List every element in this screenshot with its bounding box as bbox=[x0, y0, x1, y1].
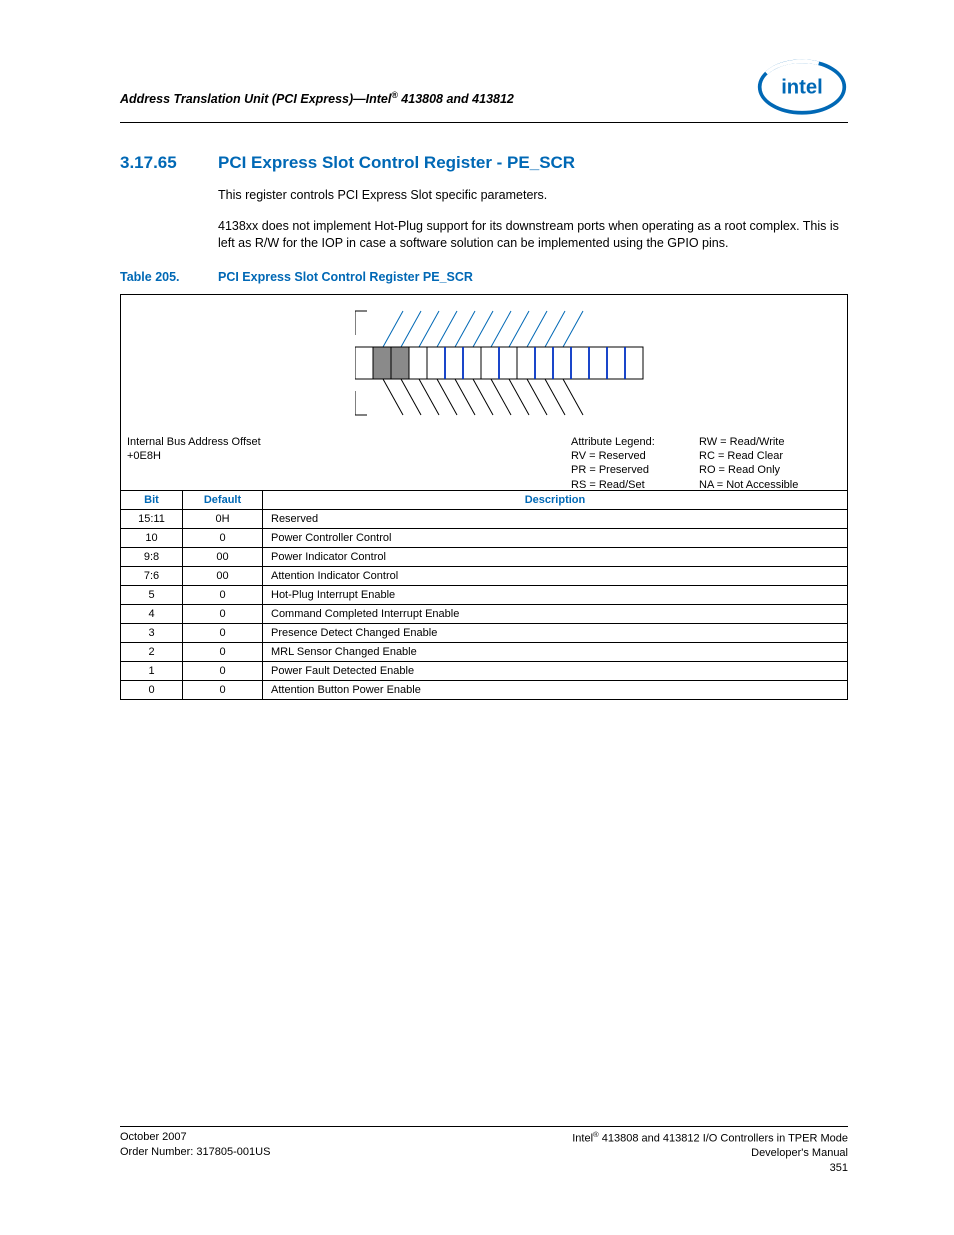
register-table: Bit Default Description 15:110HReserved … bbox=[120, 490, 848, 700]
cell-default: 0 bbox=[183, 528, 263, 547]
cell-default: 0 bbox=[183, 585, 263, 604]
legend-title: Attribute Legend: bbox=[571, 435, 655, 449]
cell-bit: 7:6 bbox=[121, 566, 183, 585]
footer-right: Intel® 413808 and 413812 I/O Controllers… bbox=[572, 1130, 848, 1175]
cell-desc: Attention Indicator Control bbox=[263, 566, 848, 585]
cell-desc: Power Fault Detected Enable bbox=[263, 661, 848, 680]
table-header-row: Bit Default Description bbox=[121, 490, 848, 509]
attribute-legend-left: Attribute Legend: RV = Reserved PR = Pre… bbox=[571, 435, 655, 492]
footer-left: October 2007 Order Number: 317805-001US bbox=[120, 1130, 270, 1175]
page-header: Address Translation Unit (PCI Express)—I… bbox=[120, 56, 848, 118]
legend-rv: RV = Reserved bbox=[571, 449, 655, 463]
section-number: 3.17.65 bbox=[120, 153, 218, 173]
header-rule bbox=[120, 122, 848, 123]
legend-ro: RO = Read Only bbox=[699, 463, 798, 477]
legend-rw: RW = Read/Write bbox=[699, 435, 798, 449]
running-title: Address Translation Unit (PCI Express)—I… bbox=[120, 90, 514, 106]
svg-text:intel: intel bbox=[781, 76, 823, 98]
footer-page: 351 bbox=[572, 1161, 848, 1175]
cell-desc: Hot-Plug Interrupt Enable bbox=[263, 585, 848, 604]
section-heading: 3.17.65 PCI Express Slot Control Registe… bbox=[120, 153, 848, 173]
table-row: 30Presence Detect Changed Enable bbox=[121, 623, 848, 642]
table-row: 100Power Controller Control bbox=[121, 528, 848, 547]
table-row: 40Command Completed Interrupt Enable bbox=[121, 604, 848, 623]
cell-bit: 2 bbox=[121, 642, 183, 661]
address-offset: Internal Bus Address Offset +0E8H bbox=[127, 435, 261, 464]
table-row: 50Hot-Plug Interrupt Enable bbox=[121, 585, 848, 604]
bit-field-diagram bbox=[355, 307, 665, 427]
running-title-text: Address Translation Unit (PCI Express)—I… bbox=[120, 92, 514, 106]
footer-product: Intel® 413808 and 413812 I/O Controllers… bbox=[572, 1130, 848, 1146]
table-row: 20MRL Sensor Changed Enable bbox=[121, 642, 848, 661]
cell-bit: 0 bbox=[121, 680, 183, 699]
page-footer: October 2007 Order Number: 317805-001US … bbox=[120, 1126, 848, 1175]
legend-pr: PR = Preserved bbox=[571, 463, 655, 477]
table-row: 9:800Power Indicator Control bbox=[121, 547, 848, 566]
table-row: 10Power Fault Detected Enable bbox=[121, 661, 848, 680]
attribute-legend-right: RW = Read/Write RC = Read Clear RO = Rea… bbox=[699, 435, 798, 492]
cell-bit: 10 bbox=[121, 528, 183, 547]
cell-bit: 9:8 bbox=[121, 547, 183, 566]
offset-value: +0E8H bbox=[127, 449, 261, 463]
register-diagram-box: Internal Bus Address Offset +0E8H Attrib… bbox=[120, 294, 848, 490]
section-paragraph-2: 4138xx does not implement Hot-Plug suppo… bbox=[218, 218, 848, 252]
col-description: Description bbox=[263, 490, 848, 509]
cell-desc: Command Completed Interrupt Enable bbox=[263, 604, 848, 623]
cell-default: 0 bbox=[183, 661, 263, 680]
cell-bit: 15:11 bbox=[121, 509, 183, 528]
legend-na: NA = Not Accessible bbox=[699, 478, 798, 492]
legend-rc: RC = Read Clear bbox=[699, 449, 798, 463]
table-caption-number: Table 205. bbox=[120, 270, 218, 284]
cell-default: 00 bbox=[183, 566, 263, 585]
footer-rule bbox=[120, 1126, 848, 1127]
cell-bit: 4 bbox=[121, 604, 183, 623]
cell-default: 0 bbox=[183, 604, 263, 623]
cell-default: 0 bbox=[183, 623, 263, 642]
cell-default: 0H bbox=[183, 509, 263, 528]
offset-label: Internal Bus Address Offset bbox=[127, 435, 261, 449]
cell-desc: Power Controller Control bbox=[263, 528, 848, 547]
cell-desc: Attention Button Power Enable bbox=[263, 680, 848, 699]
cell-desc: Power Indicator Control bbox=[263, 547, 848, 566]
table-row: 7:600Attention Indicator Control bbox=[121, 566, 848, 585]
footer-order: Order Number: 317805-001US bbox=[120, 1145, 270, 1159]
section-paragraph-1: This register controls PCI Express Slot … bbox=[218, 187, 848, 204]
section-title: PCI Express Slot Control Register - PE_S… bbox=[218, 153, 575, 173]
cell-default: 0 bbox=[183, 680, 263, 699]
legend-rs: RS = Read/Set bbox=[571, 478, 655, 492]
cell-bit: 3 bbox=[121, 623, 183, 642]
footer-docname: Developer's Manual bbox=[572, 1146, 848, 1160]
cell-bit: 1 bbox=[121, 661, 183, 680]
col-default: Default bbox=[183, 490, 263, 509]
cell-desc: MRL Sensor Changed Enable bbox=[263, 642, 848, 661]
footer-date: October 2007 bbox=[120, 1130, 270, 1144]
cell-default: 00 bbox=[183, 547, 263, 566]
cell-default: 0 bbox=[183, 642, 263, 661]
cell-bit: 5 bbox=[121, 585, 183, 604]
table-caption: Table 205. PCI Express Slot Control Regi… bbox=[120, 270, 848, 284]
cell-desc: Reserved bbox=[263, 509, 848, 528]
table-row: 00Attention Button Power Enable bbox=[121, 680, 848, 699]
table-caption-title: PCI Express Slot Control Register PE_SCR bbox=[218, 270, 473, 284]
intel-logo: intel bbox=[756, 56, 848, 118]
table-row: 15:110HReserved bbox=[121, 509, 848, 528]
col-bit: Bit bbox=[121, 490, 183, 509]
cell-desc: Presence Detect Changed Enable bbox=[263, 623, 848, 642]
